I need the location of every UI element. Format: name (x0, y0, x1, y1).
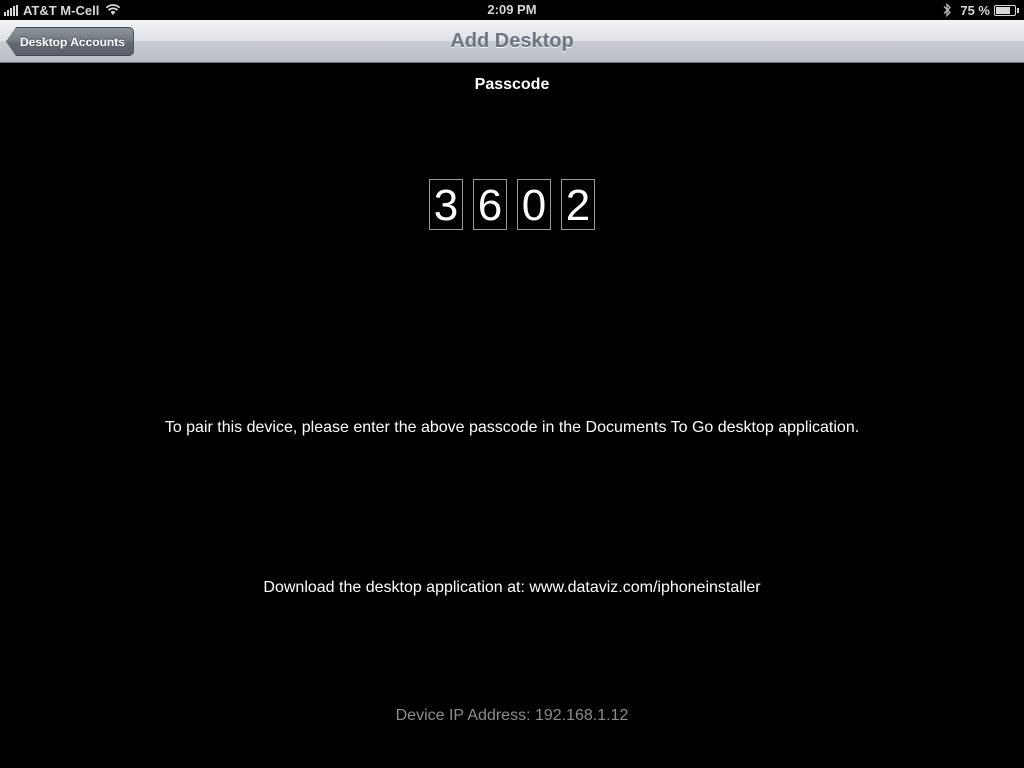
passcode-digit-4: 2 (561, 179, 595, 230)
passcode-display: 3 6 0 2 (0, 179, 1024, 230)
passcode-digit-2: 6 (473, 179, 507, 230)
device-ip-address: Device IP Address: 192.168.1.12 (395, 707, 629, 724)
screen: AT&T M-Cell 2:09 PM 75 % Add Desktop Des… (0, 0, 1024, 768)
nav-title: Add Desktop (450, 30, 574, 52)
back-button-label: Desktop Accounts (20, 34, 125, 49)
status-time: 2:09 PM (487, 2, 537, 17)
status-bar: AT&T M-Cell 2:09 PM 75 % (0, 0, 1024, 20)
navigation-bar: Add Desktop Desktop Accounts (0, 20, 1024, 63)
pairing-instruction: To pair this device, please enter the ab… (164, 419, 860, 436)
passcode-digit-1: 3 (429, 179, 463, 230)
battery-icon (994, 4, 1019, 16)
battery-percent: 75 % (960, 2, 990, 18)
battery-fill (996, 6, 1010, 14)
status-right: 75 % (942, 2, 1019, 18)
passcode-digit-3: 0 (517, 179, 551, 230)
battery-tip (1017, 7, 1019, 13)
back-button-desktop-accounts[interactable]: Desktop Accounts (6, 27, 134, 56)
download-instruction: Download the desktop application at: www… (263, 579, 761, 596)
bluetooth-icon (943, 3, 952, 17)
passcode-heading: Passcode (474, 76, 550, 93)
